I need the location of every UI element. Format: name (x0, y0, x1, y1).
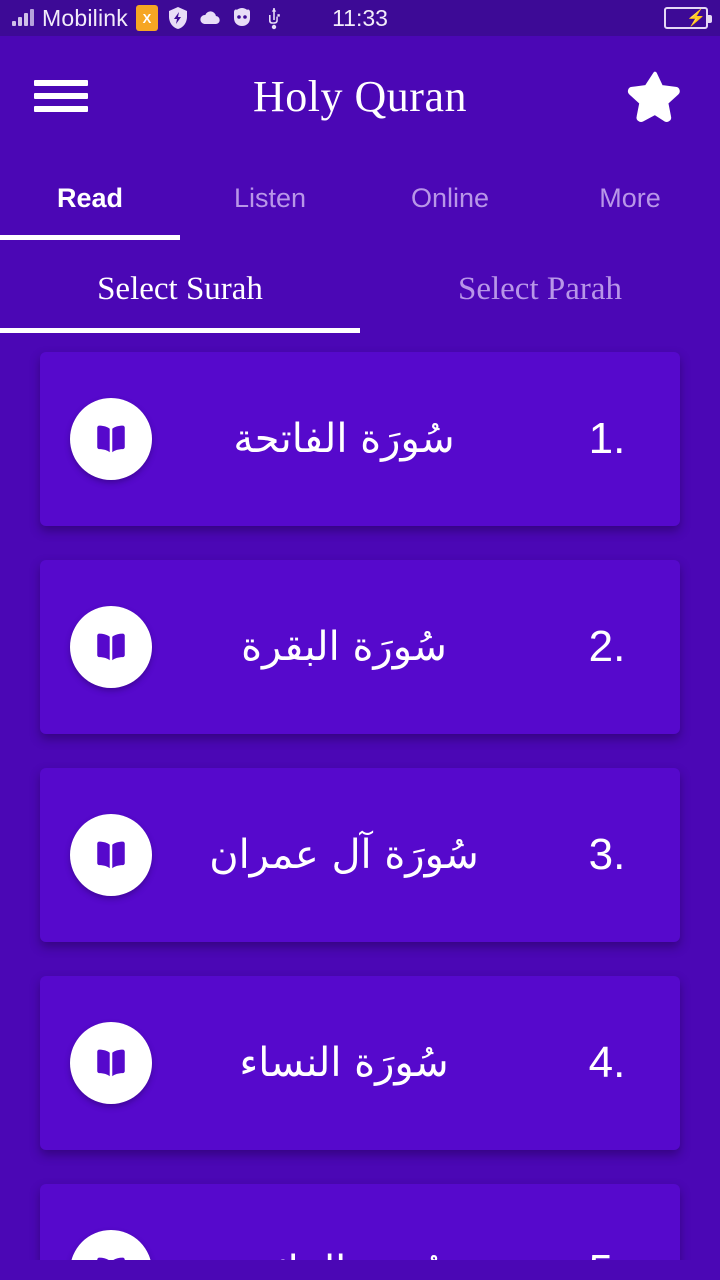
surah-number: .3 (588, 830, 626, 879)
open-book-icon (70, 1230, 152, 1260)
carrier-label: Mobilink (42, 4, 128, 31)
cloud-icon (200, 11, 220, 25)
surah-number: .5 (564, 1246, 650, 1260)
shield-icon (168, 7, 187, 29)
active-subtab-indicator (0, 328, 360, 333)
tab-read[interactable]: Read (0, 156, 180, 240)
surah-name: سُورَة الفاتحة (233, 416, 455, 462)
open-book-glyph (97, 1049, 125, 1077)
sub-tabs: Select Surah Select Parah (0, 240, 720, 338)
hamburger-menu-icon[interactable] (34, 76, 88, 116)
surah-number: .1 (588, 414, 626, 463)
surah-name: سُورَة النساء (239, 1040, 449, 1086)
subtab-select-surah[interactable]: Select Surah (0, 240, 360, 338)
list-item[interactable]: سُورَة آل عمران .3 (40, 768, 680, 942)
status-bar-left: Mobilink X (12, 5, 286, 32)
surah-number: .4 (588, 1038, 626, 1087)
status-bar: Mobilink X 11:33 ⚡ (0, 0, 720, 36)
robot-face-icon (233, 8, 250, 26)
surah-number: .2 (588, 622, 626, 671)
list-item[interactable]: سُورَة المائدة .5 (40, 1184, 680, 1260)
tab-more[interactable]: More (540, 156, 720, 240)
battery-charging-icon: ⚡ (664, 7, 712, 29)
status-bar-right: ⚡ (664, 7, 712, 29)
open-book-icon (70, 398, 152, 480)
surah-name: سُورَة آل عمران (209, 832, 479, 878)
open-book-icon (70, 814, 152, 896)
open-book-glyph (97, 633, 125, 661)
list-item[interactable]: سُورَة البقرة .2 (40, 560, 680, 734)
open-book-glyph (97, 1257, 125, 1260)
star-glyph (627, 71, 680, 122)
open-book-icon (70, 606, 152, 688)
tab-listen[interactable]: Listen (180, 156, 360, 240)
tab-online[interactable]: Online (360, 156, 540, 240)
list-item[interactable]: سُورَة النساء .4 (40, 976, 680, 1150)
app-bar: Holy Quran (0, 36, 720, 156)
list-item[interactable]: سُورَة الفاتحة .1 (40, 352, 680, 526)
sim-badge-icon: X (135, 5, 158, 31)
surah-list[interactable]: سُورَة الفاتحة .1 سُورَة البقرة .2 سُورَ… (0, 338, 720, 1260)
subtab-select-parah[interactable]: Select Parah (360, 240, 720, 338)
open-book-glyph (97, 425, 125, 453)
main-tabs: Read Listen Online More (0, 156, 720, 240)
surah-name: سُورَة المائدة (152, 1248, 564, 1260)
star-icon[interactable] (624, 65, 686, 127)
surah-name: سُورَة البقرة (241, 624, 447, 670)
open-book-glyph (97, 841, 125, 869)
signal-bars-icon (12, 9, 34, 26)
usb-icon (268, 8, 280, 30)
open-book-icon (70, 1022, 152, 1104)
page-title: Holy Quran (253, 71, 467, 121)
